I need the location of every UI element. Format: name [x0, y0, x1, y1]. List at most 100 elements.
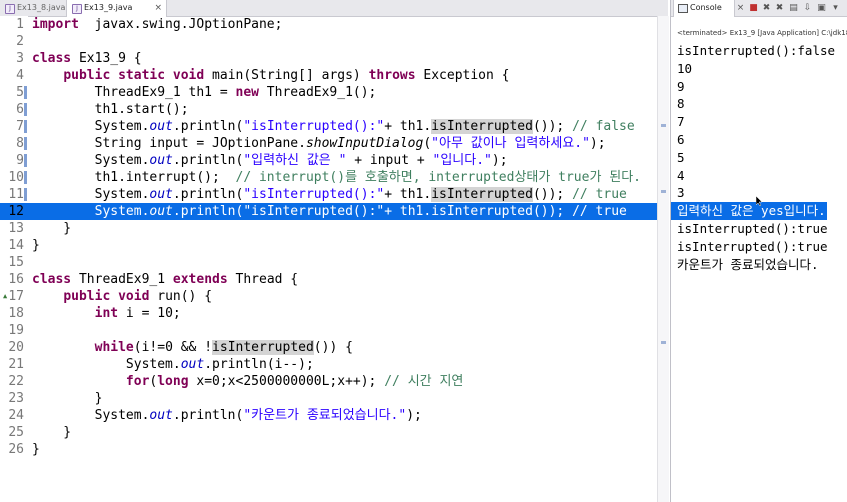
remove-all-icon[interactable]: ✖: [774, 2, 785, 14]
code-line[interactable]: 17 ▲ public void run() {: [0, 288, 657, 305]
code-line[interactable]: 7 System.out.println("isInterrupted():"+…: [0, 118, 657, 135]
code-line[interactable]: 6 th1.start();: [0, 101, 657, 118]
console-tab-bar: Console × ■ ✖ ✖ ▤ ⇩ ▣ ▾: [671, 0, 847, 17]
code-line[interactable]: 24 System.out.println("카운트가 종료되었습니다.");: [0, 407, 657, 424]
console-status-text: <terminated> Ex13_9 [Java Application] C…: [677, 29, 847, 37]
code-text: th1.start();: [32, 101, 189, 118]
code-line[interactable]: 19: [0, 322, 657, 339]
java-file-icon: J: [5, 4, 15, 14]
close-icon[interactable]: ×: [154, 0, 162, 16]
view-menu-icon[interactable]: ▾: [830, 2, 841, 14]
code-token: }: [32, 425, 72, 440]
code-token: // interrupt()를 호출하면, interrupted상태가 tru…: [235, 170, 642, 185]
line-number: 26: [8, 442, 24, 457]
code-line[interactable]: 14}: [0, 237, 657, 254]
code-token: ThreadEx9_1 th1 =: [32, 85, 236, 100]
code-text: public static void main(String[] args) t…: [32, 67, 509, 84]
code-token: run() {: [149, 289, 213, 304]
line-number: 7: [16, 119, 24, 134]
code-token: for: [125, 374, 150, 389]
code-line[interactable]: 22 for(long x=0;x<2500000000L;x++); // 시…: [0, 373, 657, 390]
code-line[interactable]: 20 while(i!=0 && !isInterrupted()) {: [0, 339, 657, 356]
code-text: int i = 10;: [32, 305, 181, 322]
code-line[interactable]: 12 System.out.println("isInterrupted():"…: [0, 203, 657, 220]
overview-ruler[interactable]: [657, 16, 669, 502]
code-area[interactable]: 1 import javax.swing.JOptionPane; 2 3 class …: [0, 16, 657, 458]
code-token: // false: [572, 119, 635, 134]
code-line[interactable]: 9 System.out.println("입력하신 값은 " + input …: [0, 152, 657, 169]
remove-launch-icon[interactable]: ✖: [761, 2, 772, 14]
code-line[interactable]: 1 import javax.swing.JOptionPane;: [0, 16, 657, 33]
line-number: 13: [8, 221, 24, 236]
code-line[interactable]: 15: [0, 254, 657, 271]
terminate-icon[interactable]: ■: [748, 2, 759, 14]
code-token: out: [149, 119, 173, 134]
code-text: }: [32, 237, 40, 254]
code-token: (i!=0 && !: [133, 340, 213, 355]
code-line[interactable]: 18 int i = 10;: [0, 305, 657, 322]
tab-console[interactable]: Console: [673, 0, 735, 17]
console-output[interactable]: isInterrupted():false 10 9 8 7 6 5 4 3 입력하신 값은 ye…: [671, 42, 847, 273]
console-line: 카운트가 종료되었습니다.: [677, 256, 819, 272]
change-marker: [24, 120, 27, 133]
tab-ex13-9[interactable]: J Ex13_9.java ×: [66, 0, 167, 17]
code-line[interactable]: 16 class ThreadEx9_1 extends Thread {: [0, 271, 657, 288]
code-line[interactable]: 11 System.out.println("isInterrupted():"…: [0, 186, 657, 203]
code-line[interactable]: 2: [0, 33, 657, 50]
close-icon[interactable]: ×: [735, 2, 746, 14]
line-number: 16: [8, 272, 24, 287]
code-token: }: [32, 221, 72, 236]
code-line[interactable]: 4 public static void main(String[] args)…: [0, 67, 657, 84]
code-line[interactable]: 25 }: [0, 424, 657, 441]
code-token: System.: [32, 204, 150, 219]
code-token: class: [32, 51, 72, 66]
line-number: 24: [8, 408, 24, 423]
code-line[interactable]: 5 ThreadEx9_1 th1 = new ThreadEx9_1();: [0, 84, 657, 101]
code-text: System.out.println("입력하신 값은 " + input + …: [32, 152, 508, 169]
code-token: int: [94, 306, 119, 321]
code-text: }: [32, 424, 71, 441]
code-token: }: [32, 391, 103, 406]
ruler-marker[interactable]: [661, 190, 666, 193]
code-line[interactable]: 3 class Ex13_9 {: [0, 50, 657, 67]
code-token: Exception {: [415, 68, 510, 83]
line-number: 4: [16, 68, 24, 83]
code-token: public: [63, 68, 111, 83]
code-text: th1.interrupt(); // interrupt()를 호출하면, i…: [32, 169, 641, 186]
console-line: 6: [677, 131, 685, 147]
pin-icon[interactable]: ▣: [816, 2, 827, 14]
line-number: 2: [16, 34, 24, 49]
code-text: class Ex13_9 {: [32, 50, 142, 67]
clear-console-icon[interactable]: ▤: [788, 2, 799, 14]
editor-tab-bar: J Ex13_8.java J Ex13_9.java ×: [0, 0, 668, 17]
code-token: out: [149, 153, 173, 168]
code-line[interactable]: 21 System.out.println(i--);: [0, 356, 657, 373]
console-view: Console × ■ ✖ ✖ ▤ ⇩ ▣ ▾ <terminated> Ex1…: [670, 0, 847, 502]
code-text: while(i!=0 && !isInterrupted()) {: [32, 339, 353, 356]
code-line[interactable]: 8 String input = JOptionPane.showInputDi…: [0, 135, 657, 152]
code-token: void: [172, 68, 205, 83]
code-token: .println(: [172, 119, 244, 134]
code-text: }: [32, 390, 103, 407]
code-editor[interactable]: J Ex13_8.java J Ex13_9.java × 1 import ja…: [0, 0, 669, 502]
code-token: showInputDialog: [305, 136, 424, 151]
code-line[interactable]: 26}: [0, 441, 657, 458]
console-line: 10: [677, 60, 693, 76]
code-line[interactable]: 10 th1.interrupt(); // interrupt()를 호출하면…: [0, 169, 657, 186]
scroll-lock-icon[interactable]: ⇩: [802, 2, 813, 14]
code-text: public void run() {: [32, 288, 212, 305]
code-token: new: [235, 85, 259, 100]
ruler-marker[interactable]: [661, 341, 666, 344]
override-marker-icon[interactable]: ▲: [3, 288, 7, 305]
code-token: th1.start();: [32, 102, 189, 117]
code-line[interactable]: 23 }: [0, 390, 657, 407]
line-number: 18: [8, 306, 24, 321]
code-line[interactable]: 13 }: [0, 220, 657, 237]
console-line: isInterrupted():true: [677, 238, 828, 254]
code-token: class: [32, 272, 72, 287]
code-token: "isInterrupted():": [243, 187, 385, 202]
code-text: System.out.println("isInterrupted():"+ t…: [32, 118, 635, 135]
ruler-marker[interactable]: [661, 124, 666, 127]
